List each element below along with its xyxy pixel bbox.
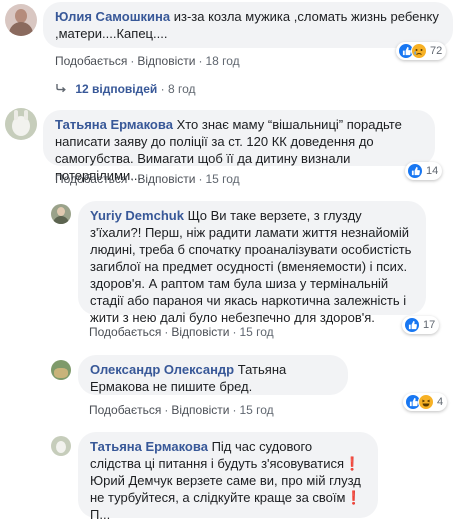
reply-arrow-icon <box>56 82 68 96</box>
comment-author[interactable]: Татьяна Ермакова <box>55 117 173 132</box>
reaction-count: 17 <box>423 319 436 331</box>
reaction-count: 14 <box>426 165 439 177</box>
reply-time[interactable]: 15 год <box>239 403 273 417</box>
reply-text: Юрий Демчук верзете саме ви, про мій глу… <box>90 473 362 505</box>
reply-author[interactable]: Олександр Олександр <box>90 362 234 377</box>
comment-bubble: Юлия Самошкина из-за козла мужика ,слома… <box>43 2 453 48</box>
reactions-summary[interactable]: 17 <box>402 316 440 334</box>
reply-link[interactable]: Відповісти <box>137 54 195 68</box>
reply-bubble: Татьяна Ермакова Під час судового слідст… <box>78 432 378 522</box>
reply-text: П... <box>90 507 111 522</box>
avatar[interactable] <box>51 436 71 456</box>
reply-link[interactable]: Відповісти <box>171 403 229 417</box>
reply-actions: Подобається · Відповісти · 15 год <box>89 325 274 339</box>
like-icon <box>407 163 423 179</box>
reply-link[interactable]: Відповісти <box>137 172 195 186</box>
reply-link[interactable]: Відповісти <box>171 325 229 339</box>
reply-author[interactable]: Yuriy Demchuk <box>90 208 184 223</box>
reply-bubble: Yuriy Demchuk Що Ви таке верзете, з глуз… <box>78 201 426 325</box>
view-replies-link[interactable]: 12 відповідей · 8 год <box>56 82 196 96</box>
reply-bubble: Олександр Олександр Татьяна Ермакова не … <box>78 355 348 395</box>
sad-icon <box>411 43 427 59</box>
avatar[interactable] <box>5 4 37 36</box>
reaction-count: 4 <box>437 396 444 408</box>
reactions-summary[interactable]: 72 <box>396 42 447 60</box>
comment-author[interactable]: Юлия Самошкина <box>55 9 170 24</box>
comment-time[interactable]: 15 год <box>205 172 239 186</box>
reply-time[interactable]: 15 год <box>239 325 273 339</box>
reply-text: Що Ви таке верзете, з глузду з'їхали?! П… <box>90 208 412 325</box>
avatar[interactable] <box>51 360 71 380</box>
reply-actions: Подобається · Відповісти · 15 год <box>89 403 274 417</box>
avatar[interactable] <box>5 108 37 140</box>
comment-time[interactable]: 18 год <box>205 54 239 68</box>
haha-icon <box>418 394 434 410</box>
reaction-count: 72 <box>430 45 443 57</box>
reactions-summary[interactable]: 14 <box>405 162 443 180</box>
like-link[interactable]: Подобається <box>89 403 161 417</box>
like-link[interactable]: Подобається <box>89 325 161 339</box>
reactions-summary[interactable]: 4 <box>403 393 448 411</box>
comment-actions: Подобається · Відповісти · 18 год <box>55 54 240 68</box>
replies-count-label[interactable]: 12 відповідей <box>75 82 157 96</box>
replies-time: 8 год <box>168 82 196 96</box>
like-link[interactable]: Подобається <box>55 172 127 186</box>
like-icon <box>404 317 420 333</box>
avatar[interactable] <box>51 204 71 224</box>
comment-actions: Подобається · Відповісти · 15 год <box>55 172 240 186</box>
like-link[interactable]: Подобається <box>55 54 127 68</box>
reply-author[interactable]: Татьяна Ермакова <box>90 439 208 454</box>
comment-bubble: Татьяна Ермакова Хто знає маму “вішальни… <box>43 110 435 183</box>
